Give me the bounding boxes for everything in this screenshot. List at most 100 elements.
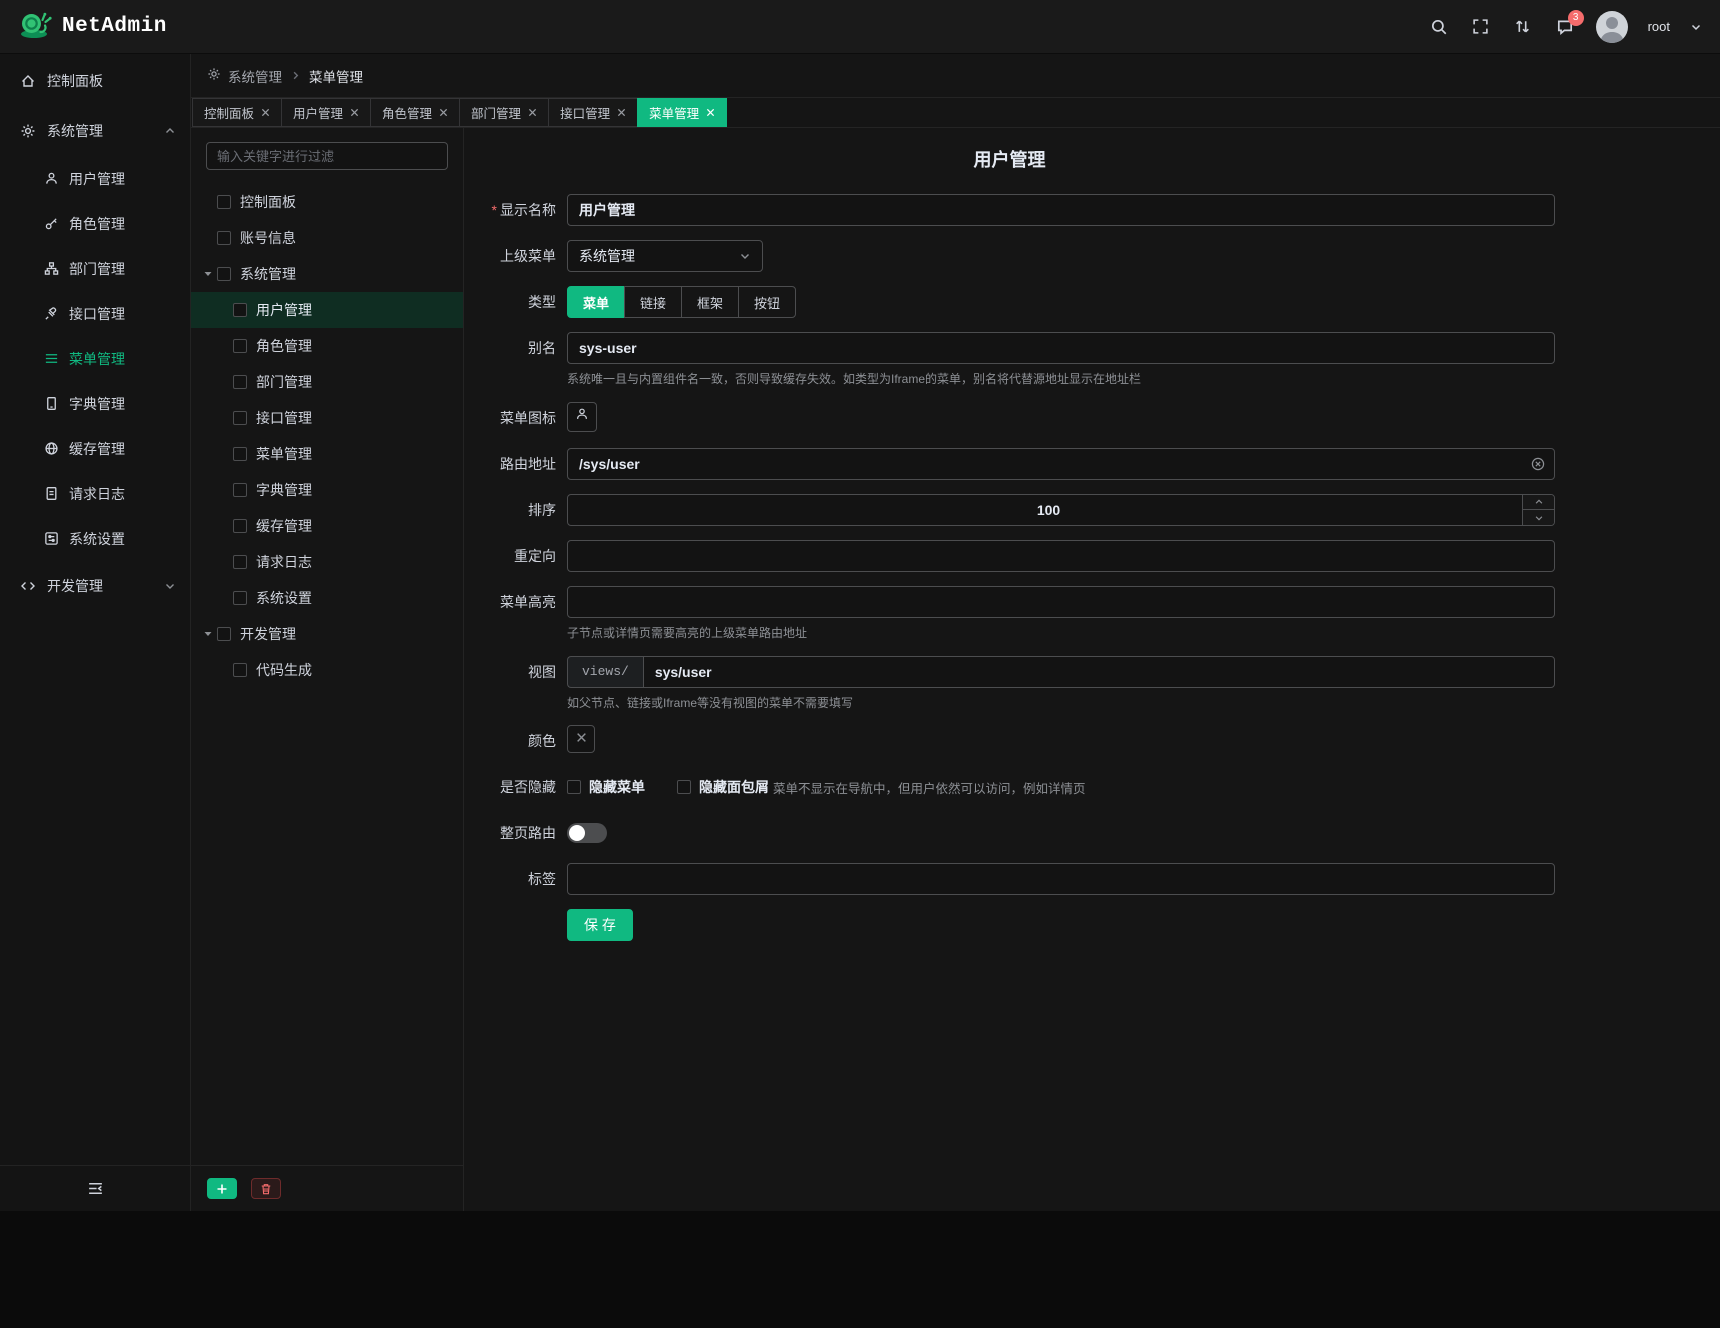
switch-icon[interactable] [1512, 16, 1534, 38]
type-option-iframe[interactable]: 框架 [681, 286, 739, 318]
sidebar-item-cache[interactable]: 缓存管理 [0, 426, 190, 471]
tree-node-menus[interactable]: 菜单管理 [191, 436, 463, 472]
sidebar-item-dictionaries[interactable]: 字典管理 [0, 381, 190, 426]
close-icon[interactable] [528, 108, 537, 117]
tree-checkbox[interactable] [217, 231, 231, 245]
tree-checkbox[interactable] [217, 627, 231, 641]
decrease-button[interactable] [1523, 510, 1554, 525]
tree-node-system-settings[interactable]: 系统设置 [191, 580, 463, 616]
tab-menus[interactable]: 菜单管理 [637, 98, 727, 127]
highlight-input[interactable] [567, 586, 1555, 618]
redirect-label: 重定向 [464, 540, 567, 572]
increase-button[interactable] [1523, 495, 1554, 511]
tree-checkbox[interactable] [233, 411, 247, 425]
type-option-menu[interactable]: 菜单 [567, 286, 625, 318]
breadcrumb-item-system[interactable]: 系统管理 [207, 66, 282, 86]
tab-dashboard[interactable]: 控制面板 [192, 98, 282, 127]
tree-checkbox[interactable] [217, 267, 231, 281]
tree-filter-input[interactable] [206, 142, 448, 170]
tree-node-cache[interactable]: 缓存管理 [191, 508, 463, 544]
sidebar-item-departments[interactable]: 部门管理 [0, 246, 190, 291]
tree-node-code-gen[interactable]: 代码生成 [191, 652, 463, 688]
tree-node-dashboard[interactable]: 控制面板 [191, 184, 463, 220]
tree-checkbox[interactable] [233, 555, 247, 569]
tree-node-dev-mgmt[interactable]: 开发管理 [191, 616, 463, 652]
close-icon[interactable] [439, 108, 448, 117]
tree-checkbox[interactable] [233, 375, 247, 389]
tab-label: 用户管理 [293, 103, 343, 122]
tree-node-apis[interactable]: 接口管理 [191, 400, 463, 436]
sidebar-item-users[interactable]: 用户管理 [0, 156, 190, 201]
redirect-input[interactable] [567, 540, 1555, 572]
tree-checkbox[interactable] [233, 303, 247, 317]
close-icon[interactable] [261, 108, 270, 117]
tree-checkbox[interactable] [233, 447, 247, 461]
search-icon[interactable] [1428, 16, 1450, 38]
fullscreen-icon[interactable] [1470, 16, 1492, 38]
checkbox[interactable] [567, 780, 581, 794]
sort-input[interactable] [567, 494, 1555, 526]
hide-breadcrumb-checkbox[interactable]: 隐藏面包屑 [677, 777, 769, 797]
caret-down-icon[interactable] [199, 269, 217, 279]
checkbox[interactable] [677, 780, 691, 794]
sidebar-item-system-settings[interactable]: 系统设置 [0, 516, 190, 561]
tree-node-roles[interactable]: 角色管理 [191, 328, 463, 364]
tab-users[interactable]: 用户管理 [281, 98, 371, 127]
app-window: NetAdmin 3 root [0, 0, 1720, 1211]
menu-tree-panel: 控制面板 账号信息 系统管理 [191, 128, 464, 1211]
close-icon[interactable] [706, 108, 715, 117]
sidebar-item-dev[interactable]: 开发管理 [0, 561, 190, 611]
tree-node-dictionaries[interactable]: 字典管理 [191, 472, 463, 508]
sidebar-item-dashboard[interactable]: 控制面板 [0, 56, 190, 106]
full-page-toggle[interactable] [567, 823, 607, 843]
tree-checkbox[interactable] [233, 339, 247, 353]
tree-checkbox[interactable] [233, 663, 247, 677]
parent-menu-select[interactable]: 系统管理 [567, 240, 763, 272]
tree-checkbox[interactable] [217, 195, 231, 209]
tab-departments[interactable]: 部门管理 [459, 98, 549, 127]
sidebar-item-roles[interactable]: 角色管理 [0, 201, 190, 246]
color-picker-button[interactable] [567, 725, 595, 753]
type-option-link[interactable]: 链接 [624, 286, 682, 318]
close-icon[interactable] [350, 108, 359, 117]
chevron-down-icon[interactable] [1690, 21, 1702, 33]
tree-checkbox[interactable] [233, 519, 247, 533]
form-row-parent-menu: 上级菜单 系统管理 [464, 240, 1555, 272]
sidebar-item-label: 字典管理 [69, 394, 125, 414]
sidebar-item-menus[interactable]: 菜单管理 [0, 336, 190, 381]
tab-roles[interactable]: 角色管理 [370, 98, 460, 127]
tree-node-departments[interactable]: 部门管理 [191, 364, 463, 400]
tree-node-users[interactable]: 用户管理 [191, 292, 463, 328]
brand: NetAdmin [18, 7, 167, 46]
save-button[interactable]: 保 存 [567, 909, 633, 941]
avatar[interactable] [1596, 11, 1628, 43]
sidebar-item-request-logs[interactable]: 请求日志 [0, 471, 190, 516]
type-option-button[interactable]: 按钮 [738, 286, 796, 318]
menu-tree: 控制面板 账号信息 系统管理 [191, 176, 463, 1165]
collapse-sidebar-icon[interactable] [87, 1180, 104, 1197]
tags-input[interactable] [567, 863, 1555, 895]
tab-apis[interactable]: 接口管理 [548, 98, 638, 127]
form-row-display-name: *显示名称 [464, 194, 1555, 226]
route-input[interactable] [567, 448, 1555, 480]
tree-checkbox[interactable] [233, 483, 247, 497]
home-icon [20, 73, 36, 89]
messages-icon[interactable]: 3 [1554, 16, 1576, 38]
clear-input-icon[interactable] [1531, 457, 1545, 471]
delete-menu-button[interactable] [251, 1178, 281, 1199]
view-input[interactable] [643, 656, 1555, 688]
add-menu-button[interactable] [207, 1178, 237, 1199]
hide-menu-checkbox[interactable]: 隐藏菜单 [567, 777, 645, 797]
caret-down-icon[interactable] [199, 629, 217, 639]
menu-icon-picker-button[interactable] [567, 402, 597, 432]
tree-node-request-logs[interactable]: 请求日志 [191, 544, 463, 580]
tree-node-system-mgmt[interactable]: 系统管理 [191, 256, 463, 292]
sidebar-item-apis[interactable]: 接口管理 [0, 291, 190, 336]
alias-input[interactable] [567, 332, 1555, 364]
close-icon[interactable] [617, 108, 626, 117]
tree-node-account-info[interactable]: 账号信息 [191, 220, 463, 256]
display-name-input[interactable] [567, 194, 1555, 226]
sidebar-item-system[interactable]: 系统管理 [0, 106, 190, 156]
tree-checkbox[interactable] [233, 591, 247, 605]
type-label: 类型 [464, 286, 567, 318]
